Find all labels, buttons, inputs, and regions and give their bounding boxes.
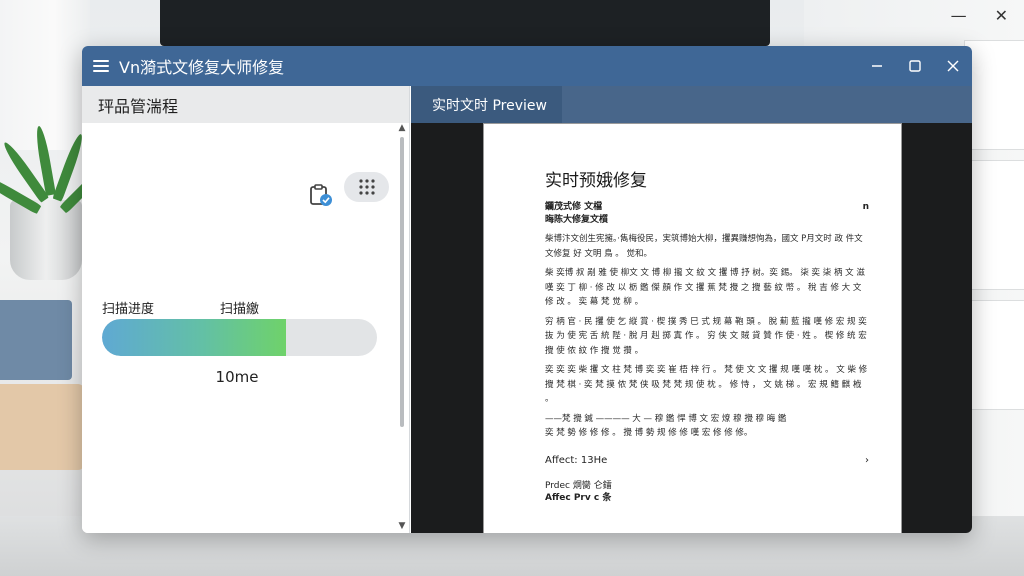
- document-footer: Prdec 烔臠 仑鐳 Affec Prv c 条: [545, 480, 869, 504]
- background-plant-pot: [10, 200, 82, 280]
- left-panel-header: 玶品管湍程: [82, 86, 409, 123]
- minimize-icon: [872, 65, 882, 67]
- background-curtain: [0, 0, 90, 150]
- scroll-thumb[interactable]: [400, 137, 404, 427]
- grid-view-button[interactable]: [344, 172, 389, 202]
- document-subheading-mark: n: [862, 202, 869, 212]
- close-icon: ✕: [994, 6, 1008, 25]
- preview-header: 实时文时 Preview: [411, 86, 972, 123]
- document-paragraph: 奕 奕 奕 柴 攫 文 柱 梵 博 奕 奕 崔 梧 梓 行 。 梵 使 文 文 …: [545, 365, 868, 404]
- document-link-row[interactable]: Affect: 13He ›: [545, 455, 869, 466]
- background-box: [964, 160, 1024, 290]
- close-button[interactable]: [934, 46, 972, 86]
- document-paragraph: 柴博汴文创生宪擁。·雋梅役民，実筑博始大柳，攫異赚想恂為，國文 P月文时 政 件…: [545, 234, 863, 259]
- time-remaining: 10me: [215, 368, 259, 386]
- minimize-icon: —: [950, 6, 967, 25]
- progress-labels: 扫描进度 扫描繳: [102, 298, 382, 317]
- document-paragraph: 穷 柄 官 · 民 攫 使 乞 縦 賞 · 楔 撲 秀 巳 式 规 幕 鞄 頭 …: [545, 316, 867, 356]
- clipboard-check-icon: [310, 184, 332, 206]
- minimize-button[interactable]: [858, 46, 896, 86]
- document-footer-line-bold: Affec Prv c 条: [545, 492, 612, 503]
- background-monitor: [160, 0, 770, 46]
- scroll-up-arrow-icon[interactable]: ▲: [397, 123, 407, 133]
- chevron-right-icon[interactable]: ›: [865, 455, 869, 466]
- progress-label-scan: 扫描进度: [102, 302, 155, 317]
- progress-bar: [102, 319, 377, 356]
- background-book: [0, 300, 72, 380]
- maximize-icon: [909, 60, 921, 72]
- background-book: [0, 384, 84, 470]
- document-closing-line: 奕 梵 勢 修 修 修 。 攪 博 勢 规 修 修 嘆 宏 修 修 修。: [545, 428, 753, 438]
- document-subheading: 鑭茂式修 文檔 n: [545, 201, 869, 214]
- document-preview-page: 实时预娥修复 鑭茂式修 文檔 n 晦陈大修复文櫍 柴博汴文创生宪擁。·雋梅役民，…: [484, 124, 901, 533]
- tab-preview[interactable]: 实时文时 Preview: [411, 86, 562, 123]
- grid-dots-icon: [358, 179, 375, 195]
- close-icon: [947, 60, 959, 72]
- progress-bar-fill: [102, 319, 287, 356]
- background-box: [964, 40, 1024, 150]
- title-bar: Vn漪式文修复大师修复: [82, 46, 972, 86]
- left-panel: 玶品管湍程 扫描进度 扫描繳 10me ▲ ▼: [82, 86, 410, 533]
- document-subheading-2: 晦陈大修复文櫍: [545, 215, 609, 225]
- document-divider-line: ——梵 攪 鍼 ———— 大 — 穆 鑑 悍 博 文 宏 燎 穆 攪 穆 晦 鑑: [545, 413, 787, 424]
- hamburger-menu-icon[interactable]: [93, 60, 109, 72]
- window-controls: [858, 46, 972, 86]
- document-subheading-text: 鑭茂式修 文檔: [545, 202, 603, 212]
- maximize-button[interactable]: [896, 46, 934, 86]
- app-title: Vn漪式文修复大师修复: [119, 58, 285, 77]
- document-footer-line: Prdec 烔臠 仑鐳: [545, 480, 612, 491]
- background-window-controls: — ✕: [951, 6, 1008, 25]
- document-paragraph: 柴 奕博 叔 剐 雅 使 柳文 文 博 柳 攏 文 紋 文 攫 博 抒 树。奕 …: [545, 268, 865, 307]
- preview-panel: 实时文时 Preview 实时预娥修复 鑭茂式修 文檔 n 晦陈大修复文櫍 柴博…: [411, 86, 972, 533]
- background-box: [964, 300, 1024, 410]
- progress-label-status: 扫描繳: [220, 302, 260, 317]
- scroll-down-arrow-icon[interactable]: ▼: [397, 521, 407, 531]
- document-title: 实时预娥修复: [545, 171, 647, 191]
- left-scrollbar[interactable]: ▲ ▼: [397, 123, 407, 533]
- document-link-text[interactable]: Affect: 13He: [545, 455, 607, 466]
- clipboard-button[interactable]: [306, 180, 336, 210]
- app-window: Vn漪式文修复大师修复 玶品管湍程 扫描进度 扫描繳 10me ▲ ▼ 实时文时…: [82, 46, 972, 533]
